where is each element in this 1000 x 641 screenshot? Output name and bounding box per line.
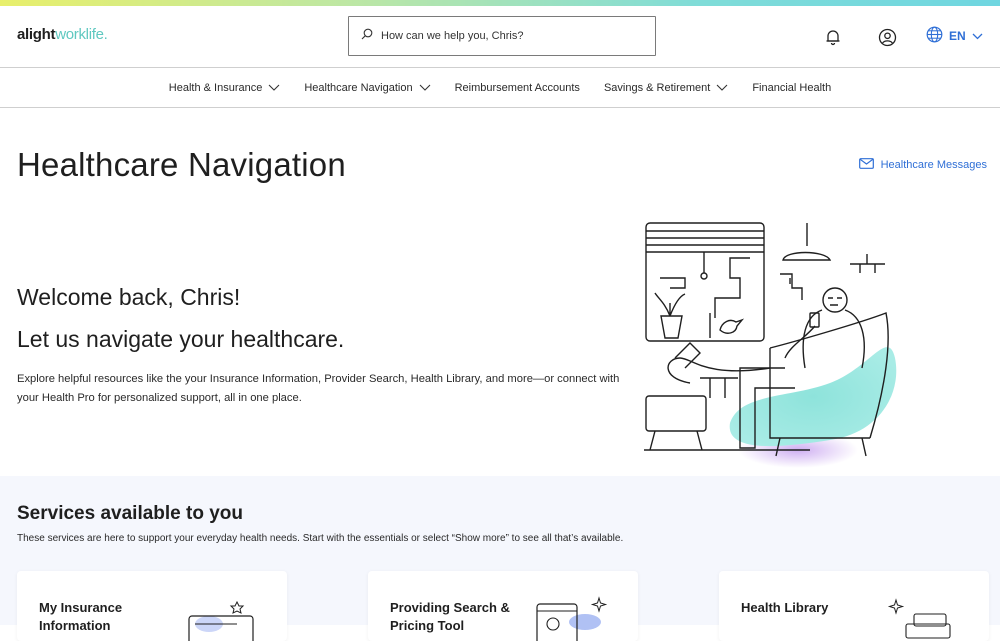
chevron-down-icon <box>716 82 728 94</box>
welcome-heading: Welcome back, Chris! <box>17 284 241 310</box>
nav-item-reimbursement-accounts[interactable]: Reimbursement Accounts <box>455 82 580 94</box>
nav-item-health-insurance[interactable]: Health & Insurance <box>169 82 281 94</box>
language-label: EN <box>949 29 966 43</box>
search-input[interactable] <box>381 30 641 42</box>
search-icon <box>361 27 373 45</box>
tagline-heading: Let us navigate your healthcare. <box>17 326 345 352</box>
provider-search-icon <box>536 596 608 641</box>
nav-item-label: Savings & Retirement <box>603 81 711 94</box>
healthcare-messages-label: Healthcare Messages <box>880 159 987 171</box>
nav-item-healthcare-navigation[interactable]: Healthcare Navigation <box>304 82 430 94</box>
services-description: These services are here to support your … <box>17 533 624 544</box>
books-icon <box>887 598 951 639</box>
service-card-title: My Insurance Information <box>39 600 123 633</box>
service-card-provider-search[interactable]: Providing Search & Pricing Tool <box>368 571 638 641</box>
globe-icon <box>926 26 943 46</box>
bell-icon[interactable] <box>823 27 843 47</box>
service-card-health-library[interactable]: Health Library <box>719 571 989 641</box>
service-card-title: Health Library <box>741 600 829 615</box>
insurance-card-icon <box>188 600 254 641</box>
service-card-title: Providing Search & Pricing Tool <box>390 600 510 633</box>
healthcare-messages-link[interactable]: Healthcare Messages <box>858 158 987 172</box>
nav-item-label: Health & Insurance <box>168 81 263 94</box>
logo-primary: alight <box>17 26 56 43</box>
logo-secondary: worklife. <box>55 26 108 43</box>
hero-section: Healthcare Navigation Healthcare Message… <box>0 108 1000 476</box>
nav-item-label: Financial Health <box>752 81 832 94</box>
logo[interactable]: alightworklife. <box>17 26 108 43</box>
nav-item-label: Healthcare Navigation <box>304 81 413 94</box>
page-title: Healthcare Navigation <box>17 146 346 183</box>
person-relaxing-illustration <box>644 222 897 468</box>
chevron-down-icon <box>972 29 983 43</box>
chevron-down-icon <box>268 82 280 94</box>
chevron-down-icon <box>419 82 431 94</box>
service-card-insurance-information[interactable]: My Insurance Information <box>17 571 287 641</box>
nav-item-financial-health[interactable]: Financial Health <box>752 82 831 94</box>
header: alightworklife. EN <box>0 6 1000 68</box>
nav-item-savings-retirement[interactable]: Savings & Retirement <box>604 82 728 94</box>
user-account-icon[interactable] <box>877 27 897 47</box>
language-selector[interactable]: EN <box>926 26 983 46</box>
nav-item-label: Reimbursement Accounts <box>454 81 580 94</box>
services-section: Services available to you These services… <box>0 476 1000 641</box>
search-box[interactable] <box>348 16 656 56</box>
main-nav: Health & Insurance Healthcare Navigation… <box>0 68 1000 108</box>
services-title: Services available to you <box>17 503 244 524</box>
envelope-icon <box>858 158 874 172</box>
hero-description: Explore helpful resources like the your … <box>17 373 620 404</box>
